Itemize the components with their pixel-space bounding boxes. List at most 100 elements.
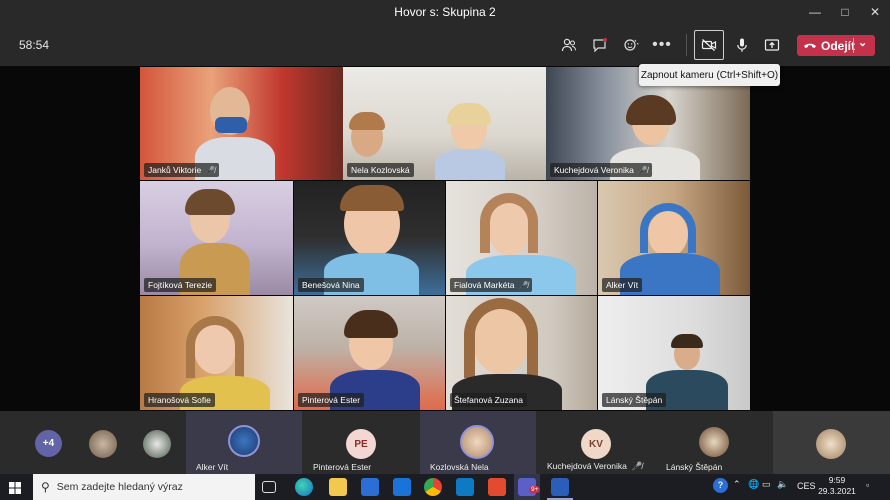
roster-avatar[interactable] (134, 411, 180, 474)
chat-icon (593, 38, 607, 53)
chrome-icon[interactable] (424, 478, 442, 496)
roster-avatar[interactable] (80, 411, 126, 474)
share-screen-button[interactable] (758, 32, 786, 58)
avatar (816, 429, 846, 459)
clock-date: 29.3.2021 (818, 486, 856, 496)
microphone-icon (737, 38, 747, 52)
file-explorer-icon[interactable] (329, 478, 347, 496)
photos-icon[interactable] (456, 478, 474, 496)
edge-icon[interactable] (295, 478, 313, 496)
share-icon (764, 39, 780, 51)
battery-icon[interactable]: ▭ (762, 479, 771, 490)
roster-name: Pinterová Ester (313, 462, 372, 472)
camera-toggle-button[interactable] (694, 30, 724, 60)
mail-icon[interactable] (393, 478, 411, 496)
store-icon[interactable] (361, 478, 379, 496)
participant-name: Janků Viktorie (148, 165, 202, 175)
video-tile[interactable]: Štefanová Zuzana (446, 296, 597, 410)
video-tile[interactable]: Janků Viktorie 🎤̸ (140, 67, 343, 180)
video-tile[interactable]: Nela Kozlovská (343, 67, 546, 180)
reactions-button[interactable] (617, 32, 645, 58)
more-icon: ••• (652, 36, 672, 53)
mic-muted-icon: 🎤̸ (205, 165, 216, 175)
roster-person[interactable]: PE Pinterová Ester (303, 411, 419, 474)
globe-icon[interactable]: 🌐 (748, 479, 759, 490)
participant-name: Benešová Nina (302, 280, 360, 290)
notifications-icon[interactable]: ▫ (866, 480, 869, 490)
system-clock[interactable]: 9:59 29.3.2021 (818, 475, 856, 497)
video-tile[interactable]: Lánský Štěpán (598, 296, 750, 410)
camera-off-icon (701, 39, 717, 51)
avatar (143, 430, 171, 458)
roster-person[interactable]: KV Kuchejdová Veronika 🎤̸ (538, 411, 654, 474)
close-button[interactable]: ✕ (860, 0, 890, 24)
window-controls: — □ ✕ (800, 0, 890, 24)
media-icon[interactable] (488, 478, 506, 496)
participant-name-tag: Nela Kozlovská (347, 163, 414, 177)
teams-taskbar-button[interactable]: 9+ (514, 474, 541, 500)
self-preview[interactable] (773, 411, 890, 474)
video-tile[interactable]: Hranošová Sofie (140, 296, 293, 410)
windows-taskbar: ⚲ Sem zadejte hledaný výraz 9+ ? ⌃ 🌐 ▭ 🔈… (0, 474, 890, 500)
participant-name: Fojtíková Terezie (148, 280, 213, 290)
video-tile[interactable]: Benešová Nina (294, 181, 445, 295)
chat-button[interactable] (586, 32, 614, 58)
avatar-initials: PE (346, 429, 376, 459)
mic-muted-icon: 🎤̸ (637, 165, 648, 175)
video-stage: Janků Viktorie 🎤̸ Nela Kozlovská Kuchejdo… (0, 66, 890, 411)
participants-button[interactable] (555, 32, 583, 58)
participant-name: Štefanová Zuzana (454, 395, 523, 405)
video-tile[interactable]: Alker Vít (598, 181, 750, 295)
microphone-button[interactable] (728, 32, 756, 58)
clock-time: 9:59 (828, 475, 846, 485)
participant-name-tag: Janků Viktorie 🎤̸ (144, 163, 220, 177)
participant-name: Alker Vít (606, 280, 639, 290)
hang-up-icon (804, 43, 816, 48)
taskbar-search-box[interactable]: ⚲ Sem zadejte hledaný výraz (33, 474, 255, 500)
participant-name-tag: Fojtíková Terezie (144, 278, 217, 292)
participant-name-tag: Hranošová Sofie (144, 393, 215, 407)
more-participants-button[interactable]: +4 (26, 411, 72, 474)
camera-tooltip: Zapnout kameru (Ctrl+Shift+O) (639, 64, 780, 86)
speaker-icon[interactable]: 🔈 (777, 479, 788, 490)
roster-person[interactable]: Alker Vít (186, 411, 302, 474)
smile-icon (624, 39, 639, 51)
leave-call-button[interactable]: Odejít ⌄ (797, 35, 875, 56)
notification-badge: 9+ (529, 486, 541, 493)
more-options-button[interactable]: ••• (648, 32, 676, 58)
video-tile[interactable]: Fojtíková Terezie (140, 181, 293, 295)
video-tile[interactable]: Pinterová Ester (294, 296, 445, 410)
search-placeholder: Sem zadejte hledaný výraz (56, 481, 183, 493)
chevron-up-icon[interactable]: ⌃ (733, 479, 741, 490)
participant-name-tag: Fialová Markéta 🎤̸ (450, 278, 533, 292)
participant-name: Kuchejdová Veronika (554, 165, 634, 175)
leave-label: Odejít (821, 38, 856, 53)
call-toolbar: 58:54 ••• Odejít ⌄ (0, 24, 890, 66)
participant-name-tag: Štefanová Zuzana (450, 393, 527, 407)
participant-name-tag: Lánský Štěpán (602, 393, 667, 407)
video-tile[interactable]: Fialová Markéta 🎤̸ (446, 181, 597, 295)
participant-name-tag: Benešová Nina (298, 278, 364, 292)
roster-person[interactable]: Kozlovská Nela (420, 411, 536, 474)
task-view-icon[interactable] (262, 481, 276, 493)
roster-person[interactable]: Lánský Štěpán (656, 411, 772, 474)
windows-start-icon[interactable] (9, 481, 21, 499)
participant-name-tag: Kuchejdová Veronika 🎤̸ (550, 163, 652, 177)
participant-name: Hranošová Sofie (148, 395, 211, 405)
mic-muted-icon: 🎤̸ (518, 280, 529, 290)
participant-name: Nela Kozlovská (351, 165, 410, 175)
help-icon[interactable]: ? (713, 478, 728, 493)
roster-name-text: Kuchejdová Veronika (547, 461, 627, 471)
toolbar-divider (686, 34, 687, 56)
roster-name: Kuchejdová Veronika 🎤̸ (547, 461, 663, 472)
avatar (89, 430, 117, 458)
maximize-button[interactable]: □ (830, 0, 860, 24)
leave-separator (853, 38, 854, 53)
word-icon[interactable] (551, 478, 569, 496)
chevron-down-icon[interactable]: ⌄ (858, 36, 867, 49)
minimize-button[interactable]: — (800, 0, 830, 24)
language-indicator[interactable]: CES (797, 481, 816, 491)
roster-name: Lánský Štěpán (666, 462, 723, 472)
mic-muted-icon: 🎤̸ (631, 461, 643, 471)
participant-name: Fialová Markéta (454, 280, 515, 290)
